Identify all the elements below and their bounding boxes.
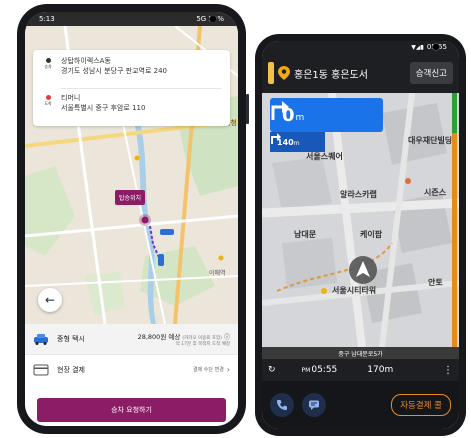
arrival-ampm: PM [301, 366, 311, 374]
route-card[interactable]: 승차 상탑하이렉스A동 경기도 성남시 분당구 판교역로 240 도착 티머니 … [33, 50, 230, 126]
arrival-time: 05:55 [311, 365, 338, 375]
phone-icon [277, 400, 287, 410]
pickup-location-label[interactable]: 탑승위치 [115, 190, 146, 205]
poi-daewoo-foundation[interactable]: 대우재단빌딩 [408, 135, 452, 146]
front-camera [209, 15, 217, 23]
card-icon [33, 364, 49, 375]
destination-name: 티머니 [61, 94, 81, 102]
status-time: 5:13 [39, 15, 55, 23]
phone-left: 5:13 5G 59% [17, 4, 249, 434]
poi-anto[interactable]: 안토 [428, 277, 443, 288]
refresh-icon[interactable]: ↻ [268, 365, 276, 375]
chat-icon [309, 400, 319, 410]
status-bar: 5:13 5G 59% [25, 12, 238, 26]
taxi-price: 28,800원 예상 [137, 333, 181, 341]
current-street: 중구 남대문로5가 [262, 347, 459, 359]
autopay-call-button[interactable]: 자동결제 콜 [391, 394, 451, 416]
poi-alaska-lab[interactable]: 알라스카랩 [340, 189, 377, 200]
arrival-info-bar: ↻ PM 05:55 170m ⋮ [262, 359, 459, 381]
next-turn-unit: m [293, 140, 300, 147]
report-passenger-button[interactable]: 승객신고 [409, 62, 453, 84]
phone-right: ▼◢▮ 05:55 홍은1동 홍은도서 승객신고 [255, 34, 466, 436]
taxi-option[interactable]: 중형 택시 28,800원 예상 (카카오 이용료 포함) ⓘ 약 17분 후 … [25, 324, 238, 354]
map-label-station: 이매역 [209, 270, 226, 277]
map-view[interactable]: 성남시청 이매역 승차 상탑하이렉스A동 경기도 성남시 분당구 판교역로 24… [25, 26, 238, 324]
divider [61, 88, 222, 89]
destination-dot-icon [45, 95, 51, 100]
taxi-app-screen: 5:13 5G 59% [25, 12, 238, 426]
turn-distance-unit: m [295, 113, 305, 123]
payment-method: 현장 결제 [57, 365, 85, 374]
origin-row[interactable]: 승차 상탑하이렉스A동 경기도 성남시 분당구 판교역로 240 [41, 56, 222, 88]
destination-address: 서울특별시 중구 후암로 110 [61, 104, 146, 112]
request-ride-button[interactable]: 승차 요청하기 [37, 398, 226, 422]
turn-right-arrow-icon [271, 101, 289, 120]
route-progress-bar [452, 93, 457, 347]
poi-seoul-city-tower[interactable]: 서울시티타워 [332, 285, 376, 296]
next-turn-right-icon [271, 133, 281, 144]
turn-instruction: 0 m [270, 98, 383, 132]
next-turn-instruction: 140 m [270, 132, 325, 152]
back-button[interactable]: ← [38, 288, 62, 312]
taxi-icon [34, 334, 48, 345]
taxi-eta: 약 17분 후 목적지 도착 예정 [175, 342, 230, 347]
destination-row[interactable]: 도착 티머니 서울특별시 중구 후암로 110 [41, 93, 222, 125]
navigation-map[interactable]: 0 m 140 m 서울스퀘어 대우재단빌딩 알라스카랩 시즌스 남대문 케이팝 [262, 93, 459, 347]
poi-seoul-square[interactable]: 서울스퀘어 [306, 151, 343, 162]
poi-kpop[interactable]: 케이팝 [360, 229, 382, 240]
message-button[interactable] [302, 393, 326, 417]
navigation-screen: ▼◢▮ 05:55 홍은1동 홍은도서 승객신고 [262, 41, 459, 429]
origin-name: 상탑하이렉스A동 [61, 57, 111, 65]
destination-title: 홍은1동 홍은도서 [294, 69, 368, 81]
menu-handle-icon[interactable] [268, 62, 274, 84]
change-payment-link[interactable]: 결제 수단 변경 [193, 366, 224, 373]
more-options-icon[interactable]: ⋮ [443, 365, 453, 376]
chevron-right-icon: › [226, 365, 230, 374]
poi-namdaemun[interactable]: 남대문 [294, 229, 316, 240]
origin-address: 경기도 성남시 분당구 판교역로 240 [61, 67, 167, 75]
info-icon[interactable]: ⓘ [224, 334, 230, 341]
arrow-left-icon: ← [44, 293, 56, 307]
origin-tag: 승차 [44, 64, 52, 69]
payment-option[interactable]: 현장 결제 결제 수단 변경 › [25, 354, 238, 384]
nav-header: 홍은1동 홍은도서 승객신고 [262, 53, 459, 93]
origin-dot-icon [45, 58, 51, 63]
power-button [246, 94, 249, 124]
signal-icon: ▼◢▮ [411, 43, 424, 51]
booking-panel: 중형 택시 28,800원 예상 (카카오 이용료 포함) ⓘ 약 17분 후 … [25, 324, 238, 426]
destination-tag: 도착 [44, 101, 52, 106]
app-showcase: 5:13 5G 59% [0, 0, 471, 438]
remaining-distance: 170m [367, 365, 394, 375]
phone-call-button[interactable] [270, 393, 294, 417]
location-pin-icon [278, 66, 290, 80]
status-bar: ▼◢▮ 05:55 [262, 41, 459, 53]
taxi-type: 중형 택시 [57, 335, 85, 343]
front-camera [432, 43, 440, 51]
poi-seasons[interactable]: 시즌스 [424, 187, 446, 198]
nav-bottom-bar: 자동결제 콜 [262, 381, 459, 429]
